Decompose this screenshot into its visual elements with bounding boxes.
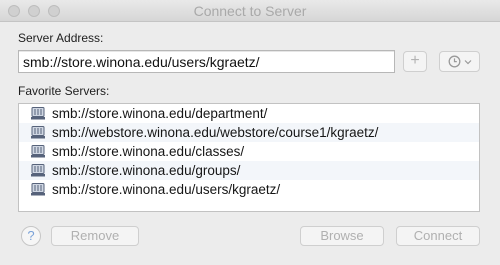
server-address-input[interactable]: [18, 50, 395, 73]
server-icon: [31, 107, 45, 120]
favorite-servers-label: Favorite Servers:: [18, 84, 110, 98]
browse-button[interactable]: Browse: [300, 226, 384, 246]
favorite-servers-list[interactable]: smb://store.winona.edu/department/ smb:/…: [18, 103, 480, 212]
recent-servers-button[interactable]: [439, 51, 480, 72]
server-icon: [31, 145, 45, 158]
server-url: smb://store.winona.edu/groups/: [52, 163, 241, 178]
list-item[interactable]: smb://store.winona.edu/classes/: [19, 142, 479, 161]
list-item[interactable]: smb://store.winona.edu/users/kgraetz/: [19, 180, 479, 199]
help-button[interactable]: ?: [21, 226, 41, 246]
list-item[interactable]: smb://store.winona.edu/department/: [19, 104, 479, 123]
title-bar: Connect to Server: [0, 0, 500, 22]
server-url: smb://webstore.winona.edu/webstore/cours…: [52, 125, 379, 140]
remove-button[interactable]: Remove: [51, 226, 139, 246]
server-icon: [31, 164, 45, 177]
server-address-label: Server Address:: [18, 31, 104, 45]
server-url: smb://store.winona.edu/department/: [52, 106, 268, 121]
connect-button[interactable]: Connect: [396, 226, 480, 246]
list-item[interactable]: smb://webstore.winona.edu/webstore/cours…: [19, 123, 479, 142]
add-favorite-button[interactable]: +: [403, 51, 427, 72]
server-icon: [31, 126, 45, 139]
server-url: smb://store.winona.edu/classes/: [52, 144, 245, 159]
server-icon: [31, 183, 45, 196]
window-title: Connect to Server: [193, 3, 307, 19]
server-url: smb://store.winona.edu/users/kgraetz/: [52, 182, 281, 197]
clock-icon: [448, 55, 460, 68]
chevron-down-icon: [464, 59, 471, 64]
list-item[interactable]: smb://store.winona.edu/groups/: [19, 161, 479, 180]
